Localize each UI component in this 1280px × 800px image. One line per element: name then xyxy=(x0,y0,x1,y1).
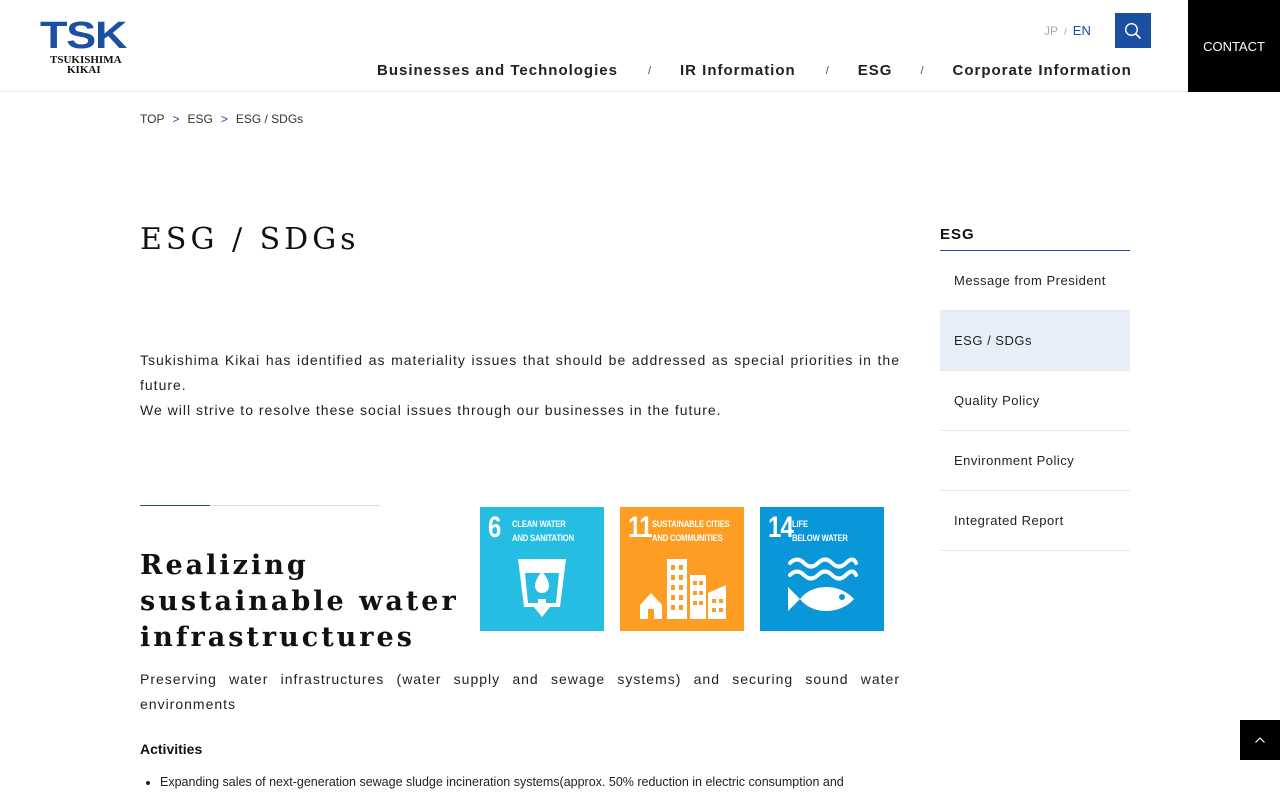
nav-ir-information[interactable]: IR Information xyxy=(680,62,796,79)
section-title: Realizing sustainable water infrastructu… xyxy=(140,550,459,653)
nav-separator: / xyxy=(920,64,925,77)
sidebar-item-integrated-report[interactable]: Integrated Report xyxy=(940,491,1130,551)
tsk-logo[interactable]: TSK TSUKISHIMA KIKAI xyxy=(40,17,132,76)
sidebar-item-esg-sdgs[interactable]: ESG / SDGs xyxy=(940,311,1130,371)
water-glass-icon xyxy=(518,559,566,617)
sidebar-nav: Message from President ESG / SDGs Qualit… xyxy=(940,251,1130,551)
intro-line-2: We will strive to resolve these social i… xyxy=(140,402,722,418)
nav-esg[interactable]: ESG xyxy=(858,62,893,79)
intro-line-1: Tsukishima Kikai has identified as mater… xyxy=(140,352,900,393)
language-switcher: JP / EN xyxy=(1044,23,1091,38)
sdg-11-icon: 11 SUSTAINABLE CITIES AND COMMUNITIES xyxy=(620,507,744,631)
breadcrumb-separator: > xyxy=(172,112,180,126)
sdg-6-icon: 6 CLEAN WATER AND SANITATION xyxy=(480,507,604,631)
sidebar-item-quality-policy[interactable]: Quality Policy xyxy=(940,371,1130,431)
section-description: Preserving water infrastructures (water … xyxy=(140,671,900,712)
lang-separator: / xyxy=(1064,27,1067,38)
global-nav: Businesses and Technologies / IR Informa… xyxy=(377,62,1132,79)
lang-jp-link[interactable]: JP xyxy=(1044,24,1058,38)
breadcrumb-top[interactable]: TOP xyxy=(140,112,164,126)
nav-businesses-and-technologies[interactable]: Businesses and Technologies xyxy=(377,62,618,79)
site-header: TSK TSUKISHIMA KIKAI JP / EN Businesses an… xyxy=(0,0,1280,92)
city-buildings-icon xyxy=(640,559,726,619)
list-item: Expanding sales of next-generation sewag… xyxy=(160,773,900,791)
lang-en-link[interactable]: EN xyxy=(1073,23,1091,38)
sidebar-item-message-from-president[interactable]: Message from President xyxy=(940,251,1130,311)
back-to-top-button[interactable] xyxy=(1240,720,1280,760)
sdg-14-icon: 14 LIFE BELOW WATER xyxy=(760,507,884,631)
chevron-up-icon xyxy=(1255,737,1265,743)
nav-separator: / xyxy=(647,64,653,77)
breadcrumb-separator: > xyxy=(220,112,228,126)
breadcrumb-esg[interactable]: ESG xyxy=(187,112,212,126)
nav-separator: / xyxy=(825,64,830,77)
search-button[interactable] xyxy=(1115,13,1151,48)
intro-text: Tsukishima Kikai has identified as mater… xyxy=(140,348,900,423)
contact-button[interactable]: CONTACT xyxy=(1188,0,1280,92)
fish-waves-icon xyxy=(788,557,858,611)
sidebar-item-environment-policy[interactable]: Environment Policy xyxy=(940,431,1130,491)
breadcrumb-current: ESG / SDGs xyxy=(235,112,304,126)
nav-corporate-information[interactable]: Corporate Information xyxy=(953,62,1132,79)
logo-mark: TSK xyxy=(40,15,127,57)
section-divider xyxy=(140,505,380,506)
activities-heading: Activities xyxy=(140,741,203,757)
page-title: ESG / SDGs xyxy=(140,222,360,257)
sidebar-title[interactable]: ESG xyxy=(940,226,1130,251)
breadcrumb: TOP > ESG > ESG / SDGs xyxy=(140,112,303,126)
logo-line-2: KIKAI xyxy=(67,64,101,76)
search-icon xyxy=(1124,22,1142,39)
activities-list: Expanding sales of next-generation sewag… xyxy=(160,773,900,791)
